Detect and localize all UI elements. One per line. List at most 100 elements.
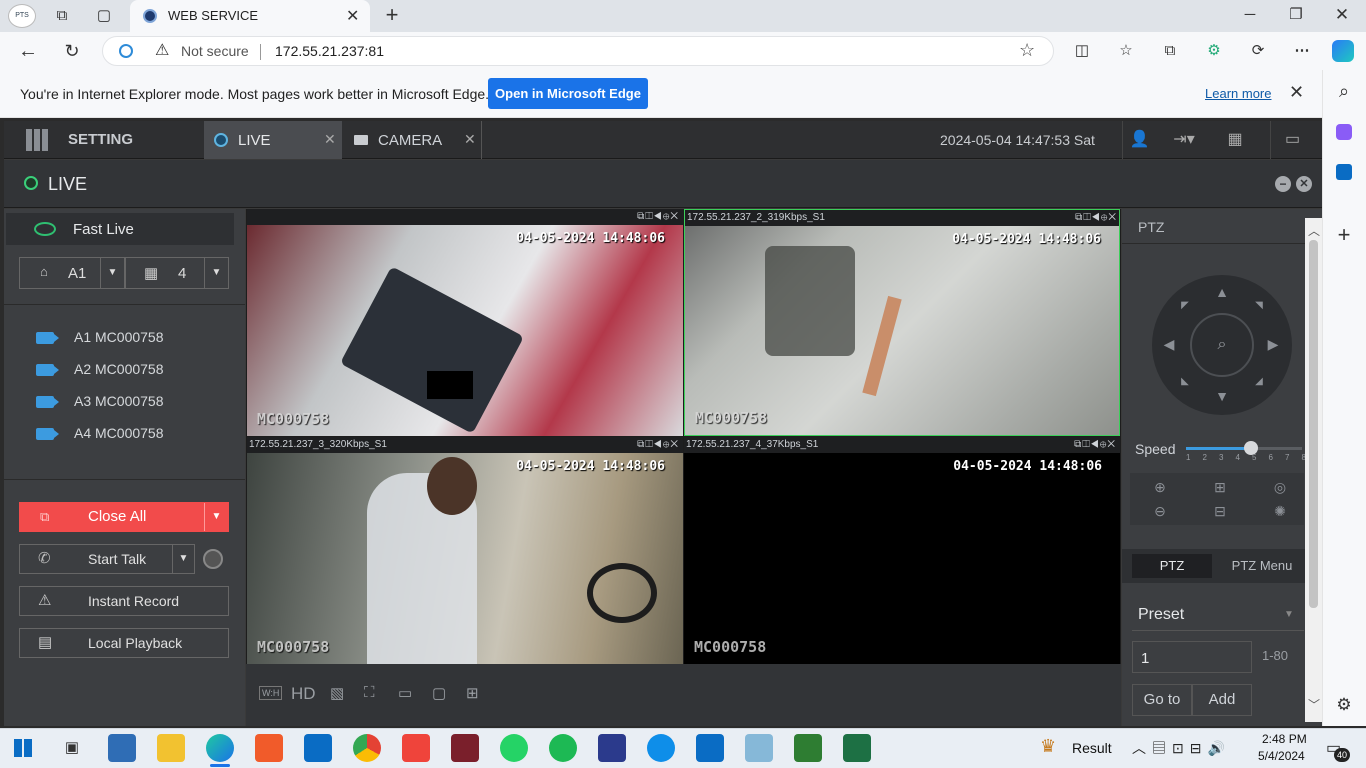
address-bar[interactable]: ⚠ Not secure 172.55.21.237:81 ☆	[102, 36, 1054, 66]
workspaces-icon[interactable]: ⧉	[48, 1, 76, 31]
local-playback-button[interactable]: ▤ Local Playback	[19, 628, 229, 658]
store-app-icon[interactable]	[255, 734, 283, 762]
channel-item[interactable]: A4 MC000758	[36, 423, 164, 443]
teamviewer-app-icon[interactable]	[647, 734, 675, 762]
close-infobar-icon[interactable]: ✕	[1289, 82, 1304, 103]
video-tile-2[interactable]: 172.55.21.237_2_319Kbps_S1 ⧉◫◀⊕✕ 04-05-20…	[684, 209, 1120, 436]
aspect-ratio-button[interactable]: W:H	[259, 686, 283, 700]
speed-slider[interactable]: 12345678	[1186, 441, 1306, 463]
goto-button[interactable]: Go to	[1132, 684, 1192, 716]
copilot-sidebar-icon[interactable]	[1336, 124, 1352, 140]
more-menu-icon[interactable]: ⋯	[1288, 36, 1316, 66]
extensions-icon[interactable]: ⚙	[1200, 36, 1228, 66]
layout-single-icon[interactable]: ▢	[432, 684, 446, 702]
learn-more-link[interactable]: Learn more	[1205, 86, 1271, 101]
tab-actions-icon[interactable]: ▢	[90, 1, 118, 31]
task-view-icon[interactable]: ▣	[58, 733, 86, 763]
iris-open-icon[interactable]: ◎	[1271, 478, 1289, 496]
ptz-direction-pad[interactable]: ▲ ▼ ◀ ▶ ◤ ◥ ◣ ◢ ⌕	[1152, 275, 1292, 415]
ptz-up-icon[interactable]: ▲	[1213, 283, 1231, 301]
preset-select[interactable]: Preset ▼	[1132, 601, 1304, 631]
minimize-live-icon[interactable]: −	[1275, 176, 1291, 192]
scroll-down-icon[interactable]: ﹀	[1308, 696, 1320, 713]
refresh-icon[interactable]: ↻	[58, 36, 86, 66]
sidebar-settings-icon[interactable]: ⚙	[1330, 690, 1358, 720]
ptz-right-icon[interactable]: ▶	[1264, 335, 1282, 353]
talk-record-toggle[interactable]	[203, 549, 223, 569]
spotify-app-icon[interactable]	[549, 734, 577, 762]
scroll-thumb[interactable]	[1309, 240, 1318, 608]
group-select[interactable]: ⌂ A1 ▼	[19, 257, 125, 289]
close-all-button[interactable]: ⧉ Close All ▼	[19, 502, 229, 532]
zoom-in-icon[interactable]: ⊕	[1151, 478, 1169, 496]
split-select[interactable]: ▦ 4 ▼	[125, 257, 229, 289]
add-sidebar-icon[interactable]: +	[1330, 220, 1358, 250]
open-in-edge-button[interactable]: Open in Microsoft Edge	[488, 78, 648, 109]
outlook-icon[interactable]	[1336, 164, 1352, 180]
back-icon[interactable]: ←	[14, 36, 42, 66]
remote-app-icon[interactable]	[794, 734, 822, 762]
close-live-tab-icon[interactable]: ✕	[324, 131, 336, 148]
instant-record-button[interactable]: ⚠ Instant Record	[19, 586, 229, 616]
minimize-icon[interactable]: ─	[1236, 0, 1264, 30]
clock-time[interactable]: 2:48 PM	[1262, 732, 1307, 746]
ptz-up-right-icon[interactable]: ◥	[1250, 297, 1268, 315]
ptz-down-icon[interactable]: ▼	[1213, 387, 1231, 405]
video-tile-4[interactable]: 172.55.21.237_4_37Kbps_S1 ⧉◫◀⊕✕ 04-05-202…	[684, 437, 1120, 664]
channel-item[interactable]: A3 MC000758	[36, 391, 164, 411]
excel-app-icon[interactable]	[843, 734, 871, 762]
video-tile-controls-icon[interactable]: ⧉◫◀⊕✕	[637, 209, 679, 225]
favorites-icon[interactable]: ☆	[1112, 36, 1140, 66]
outlook-app-icon[interactable]	[696, 734, 724, 762]
whatsapp-app-icon[interactable]	[500, 734, 528, 762]
tab-live[interactable]: LIVE ✕	[204, 121, 342, 159]
close-window-icon[interactable]: ✕	[1328, 0, 1356, 30]
focus-far-icon[interactable]: ⊟	[1211, 502, 1229, 520]
notes-app-icon[interactable]	[745, 734, 773, 762]
iris-close-icon[interactable]: ✺	[1271, 502, 1289, 520]
tab-setting[interactable]: SETTING	[68, 121, 133, 159]
collections-icon[interactable]: ⧉	[1156, 36, 1184, 66]
system-tray-icons[interactable]: ︿▤⊡⊟🔊	[1132, 738, 1231, 758]
fullscreen-monitor-icon[interactable]: ▭	[1270, 121, 1314, 159]
video-tile-controls-icon[interactable]: ⧉◫◀⊕✕	[637, 437, 679, 453]
close-camera-tab-icon[interactable]: ✕	[464, 131, 476, 148]
windows-start-icon[interactable]	[14, 739, 32, 757]
user-icon[interactable]: 👤	[1122, 121, 1156, 159]
ie-mode-icon[interactable]	[119, 44, 133, 58]
close-all-dropdown-icon[interactable]: ▼	[204, 503, 228, 531]
hd-button[interactable]: HD	[291, 684, 316, 704]
talk-dropdown-icon[interactable]: ▼	[172, 545, 194, 573]
mail-app-icon[interactable]	[304, 734, 332, 762]
stream-icon[interactable]: ▧	[330, 684, 344, 702]
video-tile-controls-icon[interactable]: ⧉◫◀⊕✕	[1074, 437, 1116, 453]
logout-icon[interactable]: ⇥▾	[1164, 121, 1204, 159]
fast-live-row[interactable]: Fast Live	[6, 213, 234, 245]
layout-1-icon[interactable]: ▭	[398, 684, 412, 702]
channel-item[interactable]: A2 MC000758	[36, 359, 164, 379]
close-tab-icon[interactable]: ✕	[346, 6, 359, 26]
split-screen-icon[interactable]: ◫	[1068, 36, 1096, 66]
video-tile-3[interactable]: 172.55.21.237_3_320Kbps_S1 ⧉◫◀⊕✕ 04-05-20…	[247, 437, 683, 664]
close-live-icon[interactable]: ✕	[1296, 176, 1312, 192]
tally-app-icon[interactable]	[451, 734, 479, 762]
ie-reload-icon[interactable]: ⟳	[1244, 36, 1272, 66]
anydesk-app-icon[interactable]	[402, 734, 430, 762]
restore-icon[interactable]: ❐	[1282, 0, 1310, 30]
main-menu-grid-icon[interactable]	[26, 129, 48, 151]
result-widget[interactable]: ♛ Result	[1040, 734, 1120, 762]
zoom-out-icon[interactable]: ⊖	[1151, 502, 1169, 520]
explorer-app-icon[interactable]	[108, 734, 136, 762]
channel-item[interactable]: A1 MC000758	[36, 327, 164, 347]
copilot-icon[interactable]	[1332, 40, 1354, 62]
focus-near-icon[interactable]: ⊞	[1211, 478, 1229, 496]
ptz-down-right-icon[interactable]: ◢	[1250, 373, 1268, 391]
ptz-down-left-icon[interactable]: ◣	[1176, 373, 1194, 391]
start-talk-button[interactable]: ✆ Start Talk ▼	[19, 544, 195, 574]
video-tile-1[interactable]: ⧉◫◀⊕✕ 04-05-2024 14:48:06 MC000758	[247, 209, 683, 436]
ptz-left-icon[interactable]: ◀	[1160, 335, 1178, 353]
ptz-auto-focus-icon[interactable]: ⌕	[1190, 313, 1254, 377]
tab-ptz[interactable]: PTZ	[1132, 554, 1212, 578]
ptz-up-left-icon[interactable]: ◤	[1176, 297, 1194, 315]
layout-quad-icon[interactable]: ⊞	[466, 684, 479, 702]
